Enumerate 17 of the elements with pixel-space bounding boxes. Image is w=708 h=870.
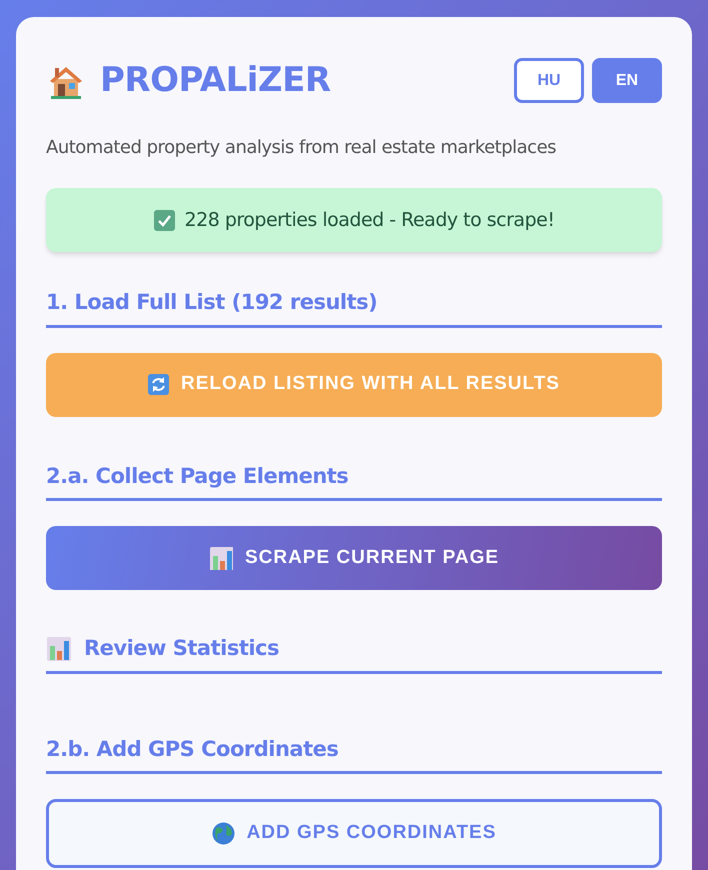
- section-heading: 1. Load Full List (192 results): [46, 289, 378, 316]
- check-icon: [154, 210, 175, 230]
- app-title: PROPALiZER: [100, 59, 330, 102]
- globe-icon: [212, 822, 235, 845]
- reload-button[interactable]: RELOAD LISTING WITH ALL RESULTS: [46, 352, 662, 416]
- gps-button[interactable]: ADD GPS COORDINATES: [46, 799, 662, 868]
- bar-chart-icon: [208, 546, 233, 570]
- app-subtitle: Automated property analysis from real estate marketplaces: [46, 136, 558, 160]
- language-button[interactable]: HU: [514, 58, 584, 103]
- section-heading: 2.b. Add GPS Coordinates: [46, 736, 338, 762]
- bar-chart-icon: [46, 636, 72, 662]
- language-button[interactable]: EN: [592, 58, 662, 103]
- status-text: 228 properties loaded - Ready to scrape!: [184, 208, 554, 233]
- scrape-button[interactable]: SCRAPE CURRENT PAGE: [46, 526, 662, 590]
- section-heading: Review Statistics: [84, 635, 280, 662]
- refresh-icon: [148, 374, 170, 395]
- section-heading: 2.a. Collect Page Elements: [46, 462, 348, 490]
